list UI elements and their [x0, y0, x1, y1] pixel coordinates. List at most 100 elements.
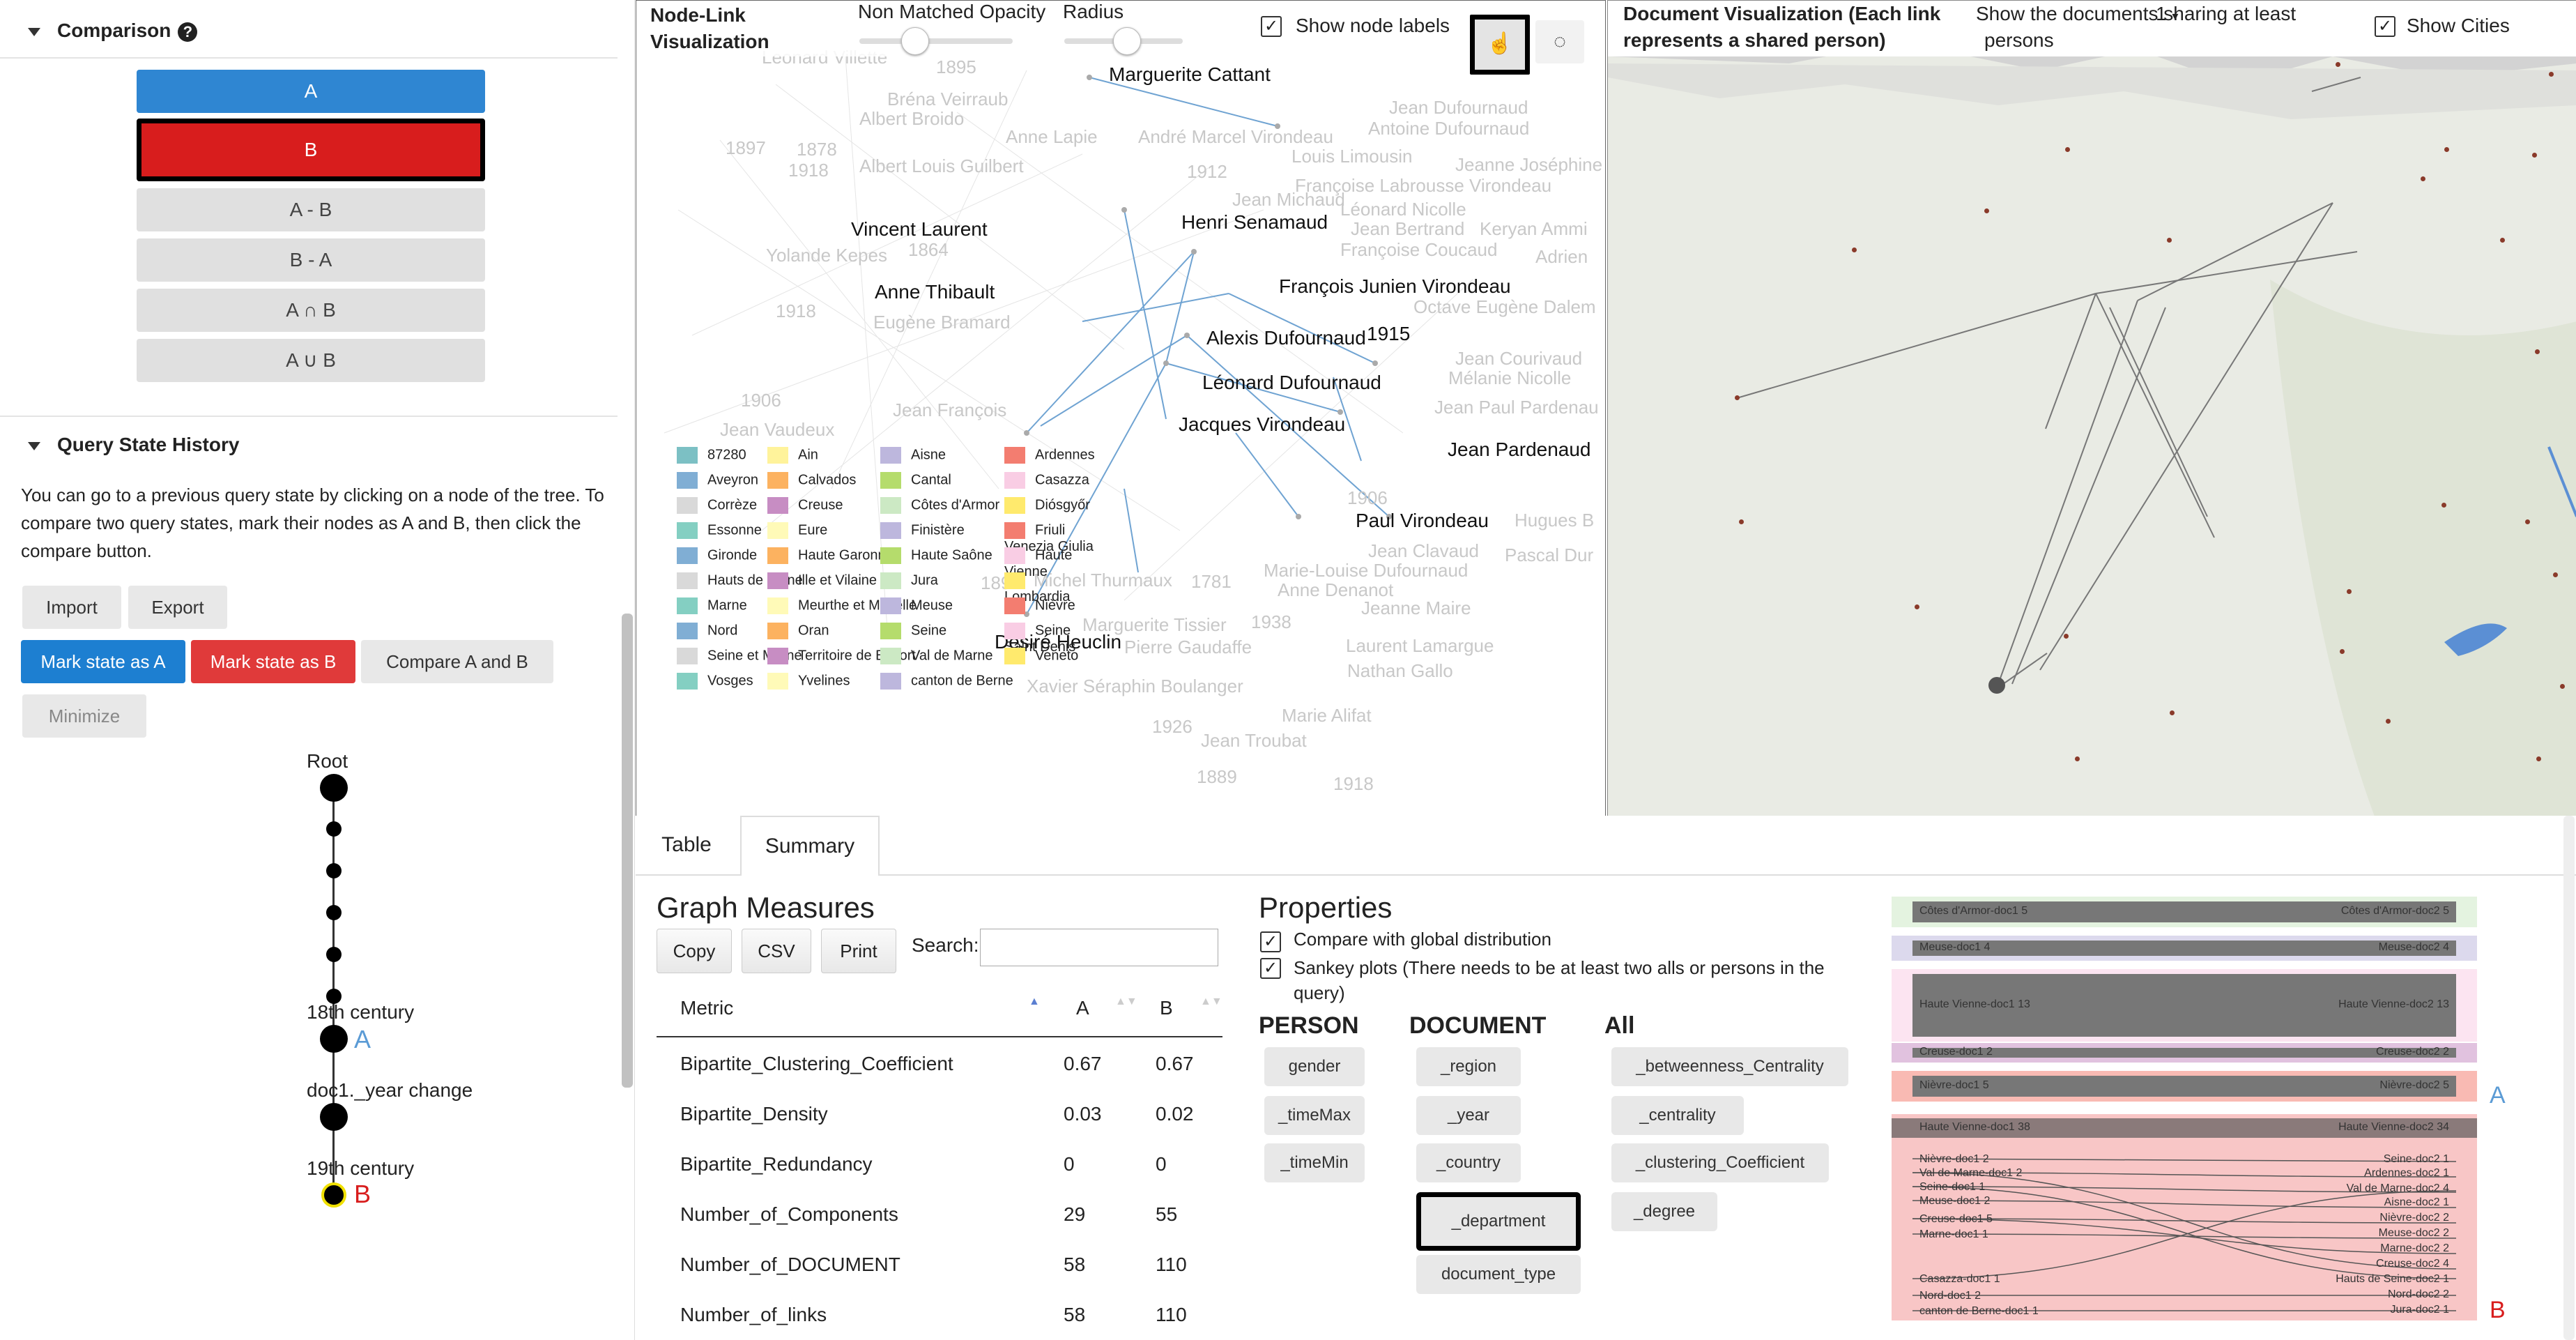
legend-item[interactable]: Casazza — [1004, 472, 1089, 489]
node-label[interactable]: Pierre Gaudaffe — [1124, 637, 1252, 658]
node-label[interactable]: Albert Louis Guilbert — [859, 155, 1024, 177]
node-label[interactable]: Antoine Dufournaud — [1368, 118, 1529, 139]
node-label[interactable]: Octave Eugène Dalem — [1413, 296, 1596, 318]
city-marker[interactable] — [2444, 147, 2449, 152]
compare-b-button[interactable]: B — [137, 119, 485, 181]
node-label[interactable]: Laurent Lamargue — [1346, 635, 1494, 657]
tree-node[interactable] — [326, 947, 342, 962]
node-label[interactable]: Yolande Kepes — [766, 245, 887, 266]
column-header-metric[interactable]: Metric — [680, 997, 733, 1019]
tree-node-root[interactable] — [320, 774, 348, 802]
property-gender[interactable]: gender — [1264, 1047, 1365, 1086]
legend-item[interactable]: Eure — [767, 522, 827, 539]
node-label[interactable]: Léonard Nicolle — [1340, 199, 1466, 220]
sankey-band[interactable]: Meuse-doc1 4 Meuse-doc2 4 — [1892, 936, 2477, 961]
node-label[interactable]: 1926 — [1152, 716, 1193, 738]
node-label[interactable]: Pascal Dur — [1505, 545, 1593, 566]
sort-icon[interactable]: ▲▼ — [1115, 996, 1137, 1008]
legend-item[interactable]: Val de Marne — [880, 648, 992, 664]
help-icon[interactable]: ? — [178, 22, 198, 42]
legend-item[interactable]: Calvados — [767, 472, 856, 489]
node-label[interactable]: Jean Courivaud — [1455, 348, 1582, 370]
slider-handle[interactable] — [1113, 27, 1141, 55]
compare-a-b-button[interactable]: Compare A and B — [361, 640, 553, 683]
legend-item[interactable]: Haute Garonne — [767, 547, 894, 564]
city-marker[interactable] — [2347, 589, 2352, 594]
import-button[interactable]: Import — [22, 586, 121, 629]
property-year[interactable]: _year — [1416, 1096, 1521, 1135]
node-label[interactable]: Jean Dufournaud — [1389, 97, 1528, 119]
city-marker[interactable] — [2525, 519, 2530, 524]
node-label-highlight[interactable]: Marguerite Cattant — [1109, 63, 1271, 86]
legend-item[interactable]: Veneto — [1004, 648, 1078, 664]
city-marker[interactable] — [1984, 208, 1989, 213]
radius-slider[interactable] — [1064, 27, 1183, 55]
node-label-highlight[interactable]: François Junien Virondeau — [1279, 275, 1511, 298]
city-marker[interactable] — [2336, 62, 2340, 67]
tab-table[interactable]: Table — [636, 816, 737, 874]
node-label[interactable]: 1918 — [1333, 773, 1374, 795]
opacity-slider[interactable] — [859, 27, 1013, 55]
node-label[interactable]: Jean François — [893, 399, 1006, 421]
legend-item[interactable]: 87280 — [677, 447, 746, 464]
node-label[interactable]: André Marcel Virondeau — [1138, 126, 1333, 148]
document-map-panel[interactable]: Document Visualization (Each link repres… — [1607, 0, 2576, 817]
sharing-select[interactable]: 1 ▾ — [2156, 1, 2178, 29]
legend-item[interactable]: Ain — [767, 447, 818, 464]
node-label-highlight[interactable]: Anne Thibault — [875, 281, 995, 303]
pointer-tool-icon[interactable]: ☝ — [1470, 15, 1530, 75]
node-label[interactable]: Marie-Louise Dufournaud — [1264, 560, 1468, 581]
property-document-type[interactable]: document_type — [1416, 1255, 1581, 1294]
legend-item[interactable]: Ardennes — [1004, 447, 1095, 464]
show-labels-checkbox[interactable]: ✓ — [1261, 16, 1282, 37]
node-label[interactable]: Jean Paul Pardenau — [1434, 397, 1599, 418]
node-label-highlight[interactable]: 1915 — [1367, 323, 1410, 345]
node-label[interactable]: Jean Clavaud — [1368, 540, 1479, 562]
legend-item[interactable]: Corrèze — [677, 497, 757, 514]
tree-node-19th[interactable] — [321, 1182, 346, 1208]
legend-item[interactable]: Vosges — [677, 673, 753, 690]
mark-state-a-button[interactable]: Mark state as A — [21, 640, 185, 683]
city-marker[interactable] — [2340, 649, 2345, 654]
sort-asc-icon[interactable]: ▲ — [1029, 996, 1040, 1008]
compare-a-button[interactable]: A — [137, 70, 485, 113]
show-cities-checkbox[interactable]: ✓ — [2375, 16, 2395, 37]
sankey-band[interactable]: Haute Vienne-doc1 13 Haute Vienne-doc2 13 — [1892, 969, 2477, 1042]
sankey-band[interactable]: Creuse-doc1 2 Creuse-doc2 2 — [1892, 1043, 2477, 1063]
legend-item[interactable]: Haute Saône — [880, 547, 992, 564]
node-label[interactable]: Albert Broido — [859, 108, 964, 130]
node-label-highlight[interactable]: Léonard Dufournaud — [1202, 372, 1381, 394]
city-marker[interactable] — [2441, 503, 2446, 508]
node-label[interactable]: 1906 — [741, 390, 781, 411]
property-degree[interactable]: _degree — [1611, 1192, 1717, 1231]
city-marker[interactable] — [2421, 176, 2425, 181]
node-label[interactable]: 1864 — [908, 239, 949, 261]
node-label-highlight[interactable]: Henri Senamaud — [1181, 211, 1328, 234]
city-marker[interactable] — [2560, 684, 2565, 689]
node-label[interactable]: Mélanie Nicolle — [1448, 367, 1571, 389]
node-label[interactable]: Jeanne Maire — [1361, 597, 1471, 619]
city-marker[interactable] — [2386, 719, 2391, 724]
sankey-b[interactable]: Haute Vienne-doc1 38 Haute Vienne-doc2 34… — [1892, 1114, 2477, 1320]
property-country[interactable]: _country — [1416, 1143, 1521, 1182]
node-label[interactable]: 1912 — [1187, 161, 1227, 183]
node-label[interactable]: 1906 — [1347, 487, 1388, 509]
node-label[interactable]: Eugène Bramard — [873, 312, 1011, 333]
node-label[interactable]: 1895 — [936, 56, 976, 78]
node-label[interactable]: Louis Limousin — [1291, 146, 1412, 167]
node-label[interactable]: Adrien — [1535, 246, 1588, 268]
sankey-checkbox[interactable]: ✓ — [1260, 958, 1281, 979]
tree-node[interactable] — [326, 905, 342, 920]
column-header-a[interactable]: A — [1076, 997, 1089, 1019]
b-minus-a-button[interactable]: B - A — [137, 238, 485, 282]
city-marker[interactable] — [2549, 72, 2554, 77]
tree-node-year-change[interactable] — [320, 1103, 348, 1131]
property-centrality[interactable]: _centrality — [1611, 1096, 1744, 1135]
property-clustering[interactable]: _clustering_Coefficient — [1611, 1143, 1829, 1182]
a-minus-b-button[interactable]: A - B — [137, 188, 485, 231]
node-label[interactable]: Marie Alifat — [1282, 705, 1372, 726]
minimize-button[interactable]: Minimize — [22, 694, 146, 738]
legend-item[interactable]: Yvelines — [767, 673, 850, 690]
tree-node-18th[interactable] — [320, 1025, 348, 1053]
node-label[interactable]: Jeanne Joséphine — [1455, 154, 1602, 176]
